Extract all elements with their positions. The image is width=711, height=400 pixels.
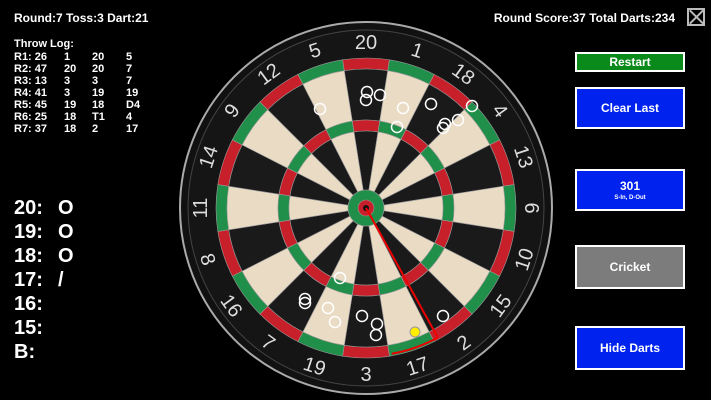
- cricket-label: Cricket: [609, 260, 651, 274]
- board-number-label: 6: [520, 202, 542, 213]
- mode-301-button[interactable]: 301 S-In, D-Out: [575, 169, 685, 211]
- triple-segment: [277, 193, 291, 223]
- triple-segment: [441, 193, 455, 223]
- board-number-label: 20: [355, 32, 377, 54]
- board-number-label: 11: [190, 198, 212, 219]
- cricket-button[interactable]: Cricket: [575, 245, 685, 289]
- current-dart-marker: [409, 326, 421, 338]
- triple-segment: [351, 283, 381, 297]
- clear-last-label: Clear Last: [600, 101, 660, 115]
- mode-301-label: 301: [619, 179, 641, 193]
- hide-darts-button[interactable]: Hide Darts: [575, 326, 685, 370]
- restart-button[interactable]: Restart: [575, 52, 685, 72]
- triple-segment: [351, 119, 381, 133]
- board-number-label: 3: [360, 364, 371, 386]
- hide-darts-label: Hide Darts: [599, 341, 661, 355]
- clear-last-button[interactable]: Clear Last: [575, 87, 685, 129]
- mode-301-sublabel: S-In, D-Out: [614, 195, 646, 201]
- restart-label: Restart: [609, 55, 651, 69]
